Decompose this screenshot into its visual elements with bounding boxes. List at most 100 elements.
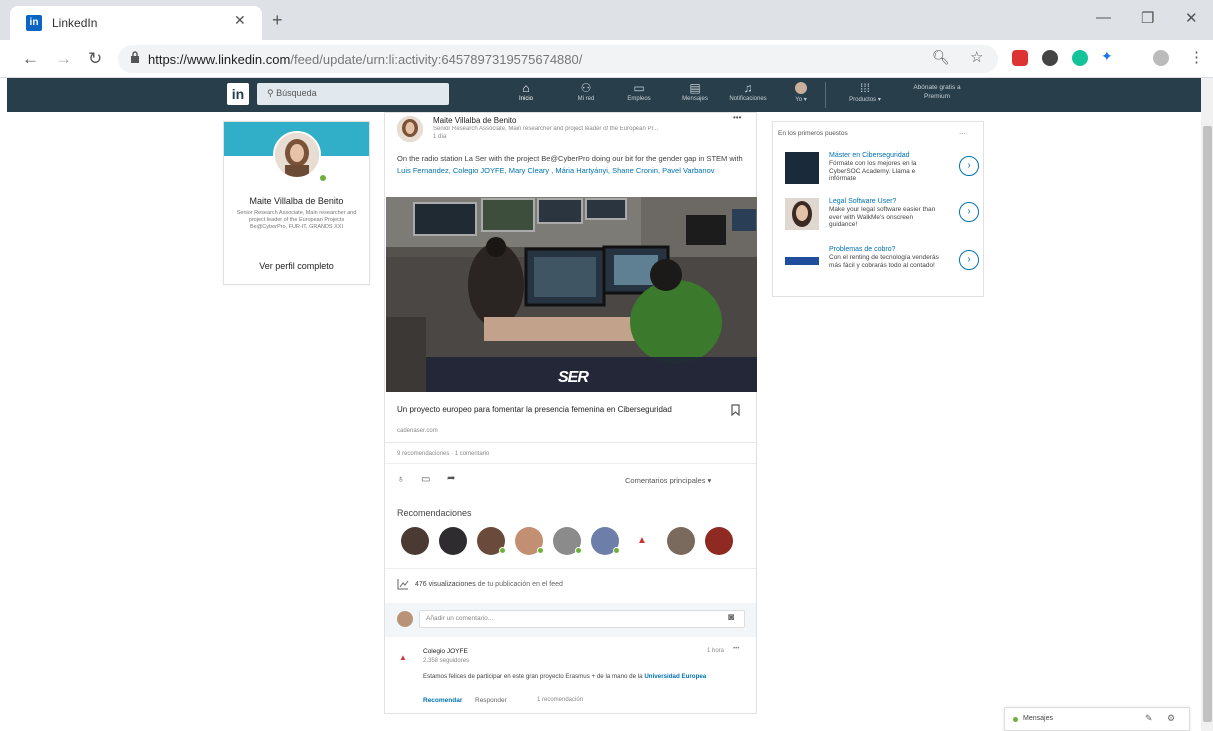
nav-home[interactable]: ⌂ Inicio bbox=[503, 80, 549, 110]
browser-tab[interactable]: in LinkedIn ✕ bbox=[10, 6, 262, 40]
url-path: /feed/update/urn:li:activity:64578973195… bbox=[290, 52, 583, 67]
close-window-icon[interactable]: ✕ bbox=[1185, 9, 1198, 27]
recommender-avatar[interactable] bbox=[667, 527, 695, 555]
chrome-menu-icon[interactable]: ⋮ bbox=[1189, 48, 1204, 66]
comment-reply-button[interactable]: Responder bbox=[475, 697, 507, 704]
address-bar-row: ← → ↻ https://www.linkedin.com/feed/upda… bbox=[0, 40, 1213, 78]
online-indicator bbox=[537, 547, 544, 554]
comment-placeholder: Añadir un comentario... bbox=[426, 615, 494, 622]
nav-me-label: Yo ▾ bbox=[795, 97, 807, 103]
nav-messages[interactable]: ▤ Mensajes bbox=[672, 80, 718, 110]
views-count: 476 visualizaciones bbox=[415, 581, 476, 588]
comment-link[interactable]: Universidad Europea bbox=[644, 673, 706, 680]
extension-grammarly-icon[interactable] bbox=[1072, 50, 1088, 66]
comment-author[interactable]: Colegio JOYFE bbox=[423, 648, 468, 655]
nav-network[interactable]: ⚇ Mi red bbox=[563, 80, 609, 110]
social-counts[interactable]: 9 recomendaciones · 1 comentario bbox=[397, 451, 489, 457]
link-title[interactable]: Un proyecto europeo para fomentar la pre… bbox=[397, 404, 717, 415]
reload-icon[interactable]: ↻ bbox=[88, 49, 102, 69]
comment-like-button[interactable]: Recomendar bbox=[423, 697, 462, 704]
extension-red-icon[interactable] bbox=[1012, 50, 1028, 66]
chat-icon: ▤ bbox=[689, 81, 701, 95]
settings-gear-icon[interactable]: ⚙ bbox=[1167, 713, 1175, 724]
save-bookmark-icon[interactable] bbox=[731, 404, 740, 416]
promoted-card: En los primeros puestos ... Máster en Ci… bbox=[772, 121, 984, 297]
divider bbox=[385, 463, 756, 464]
maximize-icon[interactable]: ❐ bbox=[1141, 9, 1154, 27]
online-indicator bbox=[613, 547, 620, 554]
promoted-menu-icon[interactable]: ... bbox=[959, 127, 966, 136]
nav-products[interactable]: ⁞⁞⁞ Productos ▾ bbox=[837, 80, 893, 110]
url-field[interactable]: https://www.linkedin.com/feed/update/urn… bbox=[118, 45, 998, 73]
chevron-right-icon[interactable]: › bbox=[959, 156, 979, 176]
comment-box: Añadir un comentario... ◙ bbox=[385, 603, 756, 637]
minimize-icon[interactable]: — bbox=[1096, 9, 1111, 26]
new-tab-button[interactable]: + bbox=[272, 10, 283, 31]
tab-title: LinkedIn bbox=[52, 16, 98, 30]
linkedin-logo-icon[interactable]: in bbox=[227, 83, 249, 105]
commenter-logo-icon[interactable]: ▲ bbox=[399, 653, 409, 663]
divider bbox=[385, 568, 756, 569]
post-menu-icon[interactable]: ••• bbox=[733, 113, 741, 122]
online-indicator bbox=[499, 547, 506, 554]
profile-avatar[interactable] bbox=[273, 131, 321, 179]
zoom-icon[interactable]: 🔍︎ bbox=[932, 49, 950, 66]
comment-followers: 2.358 seguidores bbox=[423, 658, 470, 664]
post-author-avatar[interactable] bbox=[397, 116, 423, 142]
back-icon[interactable]: ← bbox=[22, 49, 39, 69]
online-indicator bbox=[319, 174, 327, 182]
ad-image bbox=[785, 152, 819, 184]
extension-dark-icon[interactable] bbox=[1042, 50, 1058, 66]
ad-title: Máster en Ciberseguridad bbox=[829, 152, 910, 159]
chevron-right-icon[interactable]: › bbox=[959, 250, 979, 270]
briefcase-icon: ▭ bbox=[633, 81, 645, 95]
grid-icon: ⁞⁞⁞ bbox=[859, 81, 870, 95]
nav-notifications[interactable]: ♫ Notificaciones bbox=[725, 80, 771, 110]
linkedin-nav-bar: in ⚲ Búsqueda ⌂ Inicio ⚇ Mi red ▭ Empleos ▤… bbox=[7, 78, 1201, 112]
profile-bio: Senior Research Associate, Main research… bbox=[236, 210, 357, 230]
nav-divider bbox=[825, 82, 826, 108]
like-icon[interactable]: ♁ bbox=[397, 474, 405, 485]
comment-menu-icon[interactable]: ••• bbox=[733, 646, 739, 652]
bookmark-star-icon[interactable]: ☆ bbox=[970, 48, 983, 66]
camera-icon[interactable]: ◙ bbox=[728, 612, 734, 623]
divider bbox=[385, 442, 756, 443]
post-mentions[interactable]: Luis Fernandez, Colegio JOYFE, Mary Clea… bbox=[397, 166, 715, 175]
search-placeholder: Búsqueda bbox=[276, 88, 317, 98]
comment-input[interactable]: Añadir un comentario... ◙ bbox=[419, 610, 745, 628]
recommender-avatar[interactable] bbox=[705, 527, 733, 555]
sort-comments-dropdown[interactable]: Comentarios principales ▾ bbox=[625, 476, 711, 485]
search-icon: ⚲ bbox=[267, 88, 277, 98]
ad-title: Problemas de cobro? bbox=[829, 246, 896, 253]
post-image[interactable]: SER bbox=[386, 197, 757, 392]
profile-avatar-icon[interactable] bbox=[1153, 50, 1169, 66]
chevron-right-icon[interactable]: › bbox=[959, 202, 979, 222]
recommender-company-logo-icon[interactable]: ▲ bbox=[637, 535, 647, 546]
premium-link[interactable]: Abónate gratis a Premium bbox=[902, 83, 972, 101]
search-input[interactable]: ⚲ Búsqueda bbox=[257, 83, 449, 105]
status-dot bbox=[1013, 717, 1018, 722]
online-indicator bbox=[575, 547, 582, 554]
scrollbar-thumb[interactable] bbox=[1203, 126, 1212, 722]
recommender-avatar[interactable] bbox=[401, 527, 429, 555]
nav-jobs[interactable]: ▭ Empleos bbox=[616, 80, 662, 110]
messaging-bar[interactable]: Mensajes ✎ ⚙ bbox=[1004, 707, 1190, 731]
post-author-name[interactable]: Maite Villalba de Benito bbox=[433, 116, 516, 125]
nav-jobs-label: Empleos bbox=[627, 96, 651, 102]
compose-icon[interactable]: ✎ bbox=[1145, 713, 1153, 724]
network-icon: ⚇ bbox=[580, 81, 592, 95]
close-tab-icon[interactable]: ✕ bbox=[234, 12, 246, 29]
share-icon[interactable]: ➦ bbox=[447, 473, 455, 484]
forward-icon[interactable]: → bbox=[55, 49, 72, 69]
extension-blue-icon[interactable]: ✦ bbox=[1101, 48, 1113, 65]
promoted-item[interactable]: Problemas de cobro? Con el renting de te… bbox=[785, 246, 979, 286]
promoted-item[interactable]: Máster en Ciberseguridad Fórmate con los… bbox=[785, 152, 979, 192]
recommender-avatar[interactable] bbox=[439, 527, 467, 555]
views-line[interactable]: 476 visualizaciones de tu publicación en… bbox=[415, 581, 563, 588]
promoted-item[interactable]: Legal Software User? Make your legal sof… bbox=[785, 198, 979, 238]
comment-likes-count[interactable]: 1 recomendación bbox=[537, 697, 583, 703]
nav-me[interactable]: Yo ▾ bbox=[778, 80, 824, 110]
view-profile-link[interactable]: Ver perfil completo bbox=[224, 261, 369, 271]
profile-name[interactable]: Maite Villalba de Benito bbox=[224, 196, 369, 206]
comment-icon[interactable]: ▭ bbox=[421, 474, 430, 485]
